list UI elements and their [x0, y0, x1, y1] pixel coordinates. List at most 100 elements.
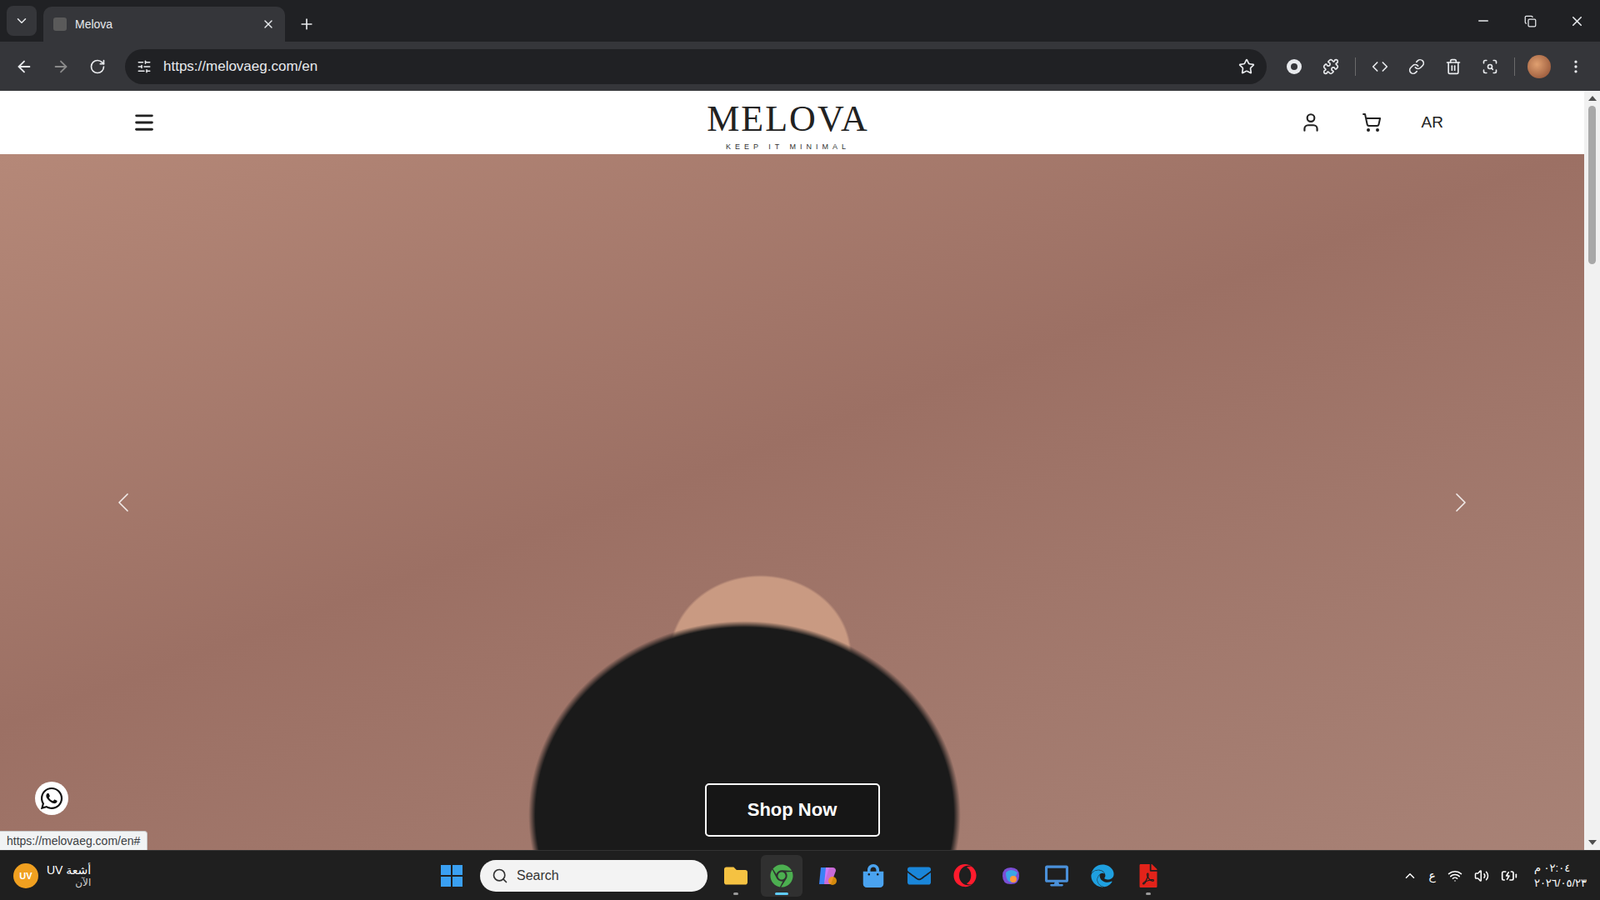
bookmark-star-icon[interactable] — [1238, 58, 1255, 75]
shop-now-button[interactable]: Shop Now — [705, 783, 880, 837]
new-tab-button[interactable] — [291, 9, 322, 40]
site-logo[interactable]: MELOVAKEEP IT MINIMAL — [706, 94, 870, 151]
folder-icon — [724, 864, 748, 888]
browser-toolbar: https://melovaeg.com/en — [0, 41, 1600, 91]
link-status-bubble: https://melovaeg.com/en# — [0, 830, 148, 850]
plus-icon — [298, 15, 315, 33]
logo-tagline: KEEP IT MINIMAL — [725, 142, 850, 151]
toolbar-separator — [1514, 57, 1515, 76]
profile-button[interactable] — [1523, 50, 1555, 83]
taskbar: UVأشعة UVالآنSearchع٠٢:٠٤ م٢٠٢٦/٠٥/٢٣ — [0, 850, 1600, 900]
menu-toggle[interactable] — [129, 107, 160, 138]
chevron-right-icon — [1444, 485, 1478, 520]
scrollbar[interactable] — [1584, 90, 1600, 850]
weather-title: أشعة UV — [46, 863, 91, 877]
taskbar-app[interactable] — [1081, 855, 1124, 897]
arrow-left-icon — [15, 57, 34, 76]
minimize-icon — [1475, 13, 1491, 29]
whatsapp-button[interactable] — [35, 781, 69, 815]
clock[interactable]: ٠٢:٠٤ م٢٠٢٦/٠٥/٢٣ — [1529, 860, 1587, 890]
site-header: MELOVAKEEP IT MINIMAL AR — [0, 90, 1585, 155]
windows-icon — [440, 865, 463, 887]
user-icon — [1300, 111, 1322, 134]
profile-avatar-icon — [1527, 55, 1551, 79]
outlook-icon — [907, 864, 931, 888]
start-button[interactable] — [430, 855, 473, 897]
hero-slider: Shop Now https://melovaeg.com/en# — [0, 154, 1585, 850]
taskbar-app[interactable] — [944, 855, 986, 897]
minimize-button[interactable] — [1460, 0, 1507, 42]
battery-icon[interactable] — [1500, 867, 1518, 885]
scroll-down-icon[interactable] — [1588, 840, 1597, 845]
wifi-icon[interactable] — [1447, 868, 1463, 884]
forward-button[interactable] — [45, 50, 77, 83]
taskbar-search[interactable]: Search — [480, 860, 708, 892]
chrome-icon — [770, 864, 794, 888]
language-switch[interactable]: AR — [1418, 110, 1447, 135]
tab-strip: Melova — [0, 0, 1600, 42]
taskbar-app[interactable] — [760, 855, 803, 897]
close-button[interactable] — [1553, 0, 1600, 42]
opera-icon — [953, 864, 977, 888]
uv-badge: UV — [13, 863, 39, 889]
clock-time: ٠٢:٠٤ م — [1534, 860, 1570, 876]
site-settings-icon[interactable] — [136, 59, 152, 75]
scroll-up-icon[interactable] — [1588, 95, 1597, 101]
volume-icon[interactable] — [1474, 868, 1490, 884]
show-hidden-icons-icon[interactable] — [1402, 868, 1418, 884]
menu-button[interactable] — [1560, 50, 1592, 83]
devtools-button[interactable] — [1364, 50, 1396, 83]
close-tab-icon[interactable] — [261, 17, 275, 31]
close-icon — [1569, 13, 1585, 30]
system-tray: ع ٠٢:٠٤ م٢٠٢٦/٠٥/٢٣ — [1169, 860, 1587, 890]
more-icon — [1567, 58, 1585, 75]
previous-slide[interactable] — [106, 485, 140, 520]
remote-desktop-icon — [1045, 864, 1069, 888]
microsoft-365-icon — [999, 864, 1023, 888]
chevron-left-icon — [106, 485, 140, 520]
link-button[interactable] — [1400, 50, 1433, 83]
taskbar-app[interactable] — [1035, 855, 1078, 897]
address-url: https://melovaeg.com/en — [163, 58, 1227, 75]
page-content: MELOVAKEEP IT MINIMAL AR Shop Now https://m… — [0, 90, 1585, 850]
trash-button[interactable] — [1437, 50, 1470, 83]
extension-button[interactable] — [1278, 50, 1310, 83]
desktop-screen: Melova https://melovaeg.com/en MELOVAKEEP … — [0, 0, 1600, 900]
reload-icon — [89, 58, 106, 75]
next-slide[interactable] — [1444, 485, 1478, 520]
running-indicator — [775, 892, 789, 895]
toolbar-separator — [1355, 57, 1356, 76]
scroll-thumb[interactable] — [1588, 105, 1596, 265]
taskbar-app[interactable] — [990, 855, 1032, 897]
favicon-icon — [53, 17, 67, 31]
chevron-down-icon — [14, 13, 30, 29]
taskbar-app[interactable] — [1127, 855, 1170, 897]
taskbar-app[interactable] — [715, 855, 757, 897]
running-indicator — [1145, 892, 1151, 895]
code-icon — [1371, 58, 1389, 75]
search-placeholder: Search — [516, 868, 560, 884]
restore-button[interactable] — [1506, 0, 1554, 42]
taskbar-app[interactable] — [806, 855, 849, 897]
cart-icon — [1361, 112, 1382, 133]
account-button[interactable] — [1296, 108, 1325, 137]
edge-icon — [1090, 864, 1115, 888]
taskbar-app[interactable] — [852, 855, 895, 897]
weather-widget[interactable]: UVأشعة UVالآن — [13, 863, 431, 889]
back-button[interactable] — [8, 50, 40, 83]
cart-button[interactable] — [1358, 109, 1385, 136]
acrobat-icon — [1136, 864, 1160, 888]
browser-tab[interactable]: Melova — [43, 6, 285, 42]
restore-icon — [1524, 15, 1537, 28]
tab-search-button[interactable] — [6, 5, 37, 36]
extensions-button[interactable] — [1315, 50, 1347, 83]
reload-button[interactable] — [81, 50, 114, 83]
copilot-icon — [815, 864, 840, 888]
taskbar-app[interactable] — [898, 855, 940, 897]
web-page: MELOVAKEEP IT MINIMAL AR Shop Now https://m… — [0, 90, 1600, 850]
running-indicator — [733, 892, 739, 895]
screenshot-button[interactable] — [1474, 50, 1506, 83]
address-bar[interactable]: https://melovaeg.com/en — [125, 49, 1267, 85]
input-language[interactable]: ع — [1429, 869, 1436, 883]
arrow-right-icon — [51, 57, 70, 76]
